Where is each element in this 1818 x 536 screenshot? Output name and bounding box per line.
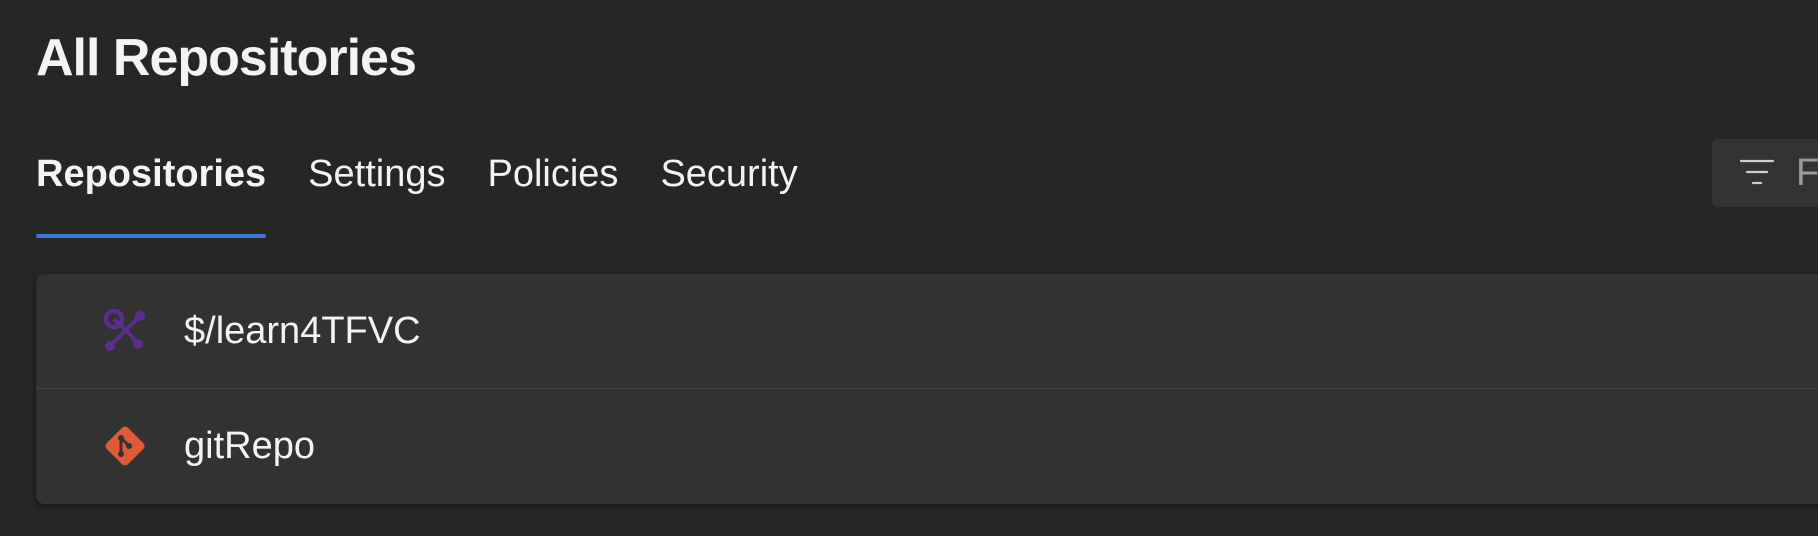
- tab-repositories[interactable]: Repositories: [36, 140, 267, 238]
- git-repo-icon: [105, 426, 145, 466]
- repo-name[interactable]: $/learn4TFVC: [184, 310, 421, 353]
- filter-placeholder: F: [1796, 152, 1818, 194]
- filter-icon: [1740, 159, 1774, 185]
- list-item[interactable]: gitRepo: [36, 388, 1818, 503]
- repository-list: $/learn4TFVC gitRepo: [36, 274, 1818, 504]
- tfvc-repo-icon: [103, 308, 145, 351]
- tab-settings[interactable]: Settings: [308, 140, 445, 208]
- page: All Repositories Repositories Settings P…: [0, 0, 1818, 536]
- tab-policies[interactable]: Policies: [487, 140, 618, 208]
- tab-bar: Repositories Settings Policies Security: [36, 140, 840, 240]
- tab-security[interactable]: Security: [660, 140, 797, 208]
- filter-input[interactable]: F: [1712, 139, 1818, 207]
- repo-name[interactable]: gitRepo: [184, 425, 315, 468]
- page-title: All Repositories: [36, 29, 417, 87]
- list-item[interactable]: $/learn4TFVC: [36, 274, 1818, 388]
